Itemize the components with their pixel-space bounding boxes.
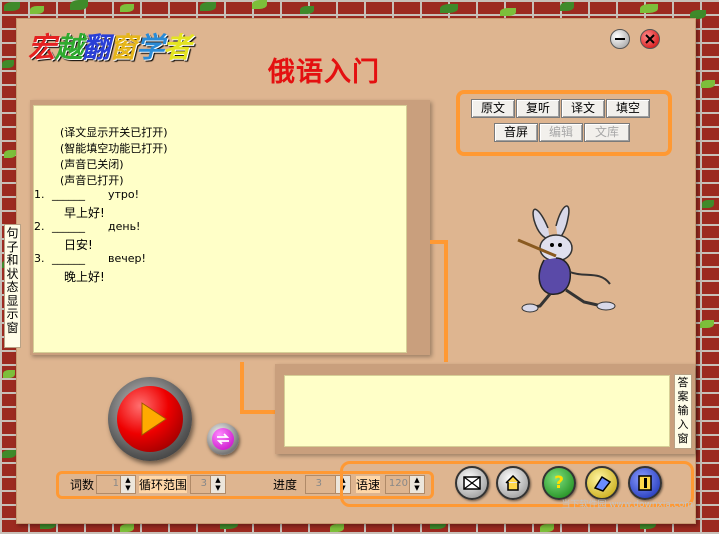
logo-char: 越 (55, 31, 83, 64)
page-title: 俄语入门 (268, 57, 380, 88)
progress-value: 3 (315, 478, 322, 489)
connector-line (444, 240, 448, 362)
book-icon (593, 475, 612, 492)
spin-down-icon[interactable]: ▼ (211, 484, 225, 492)
progress-label: 进度 (273, 478, 298, 492)
spin-up-icon[interactable]: ▲ (211, 476, 225, 484)
sentence-number: 1. (34, 188, 45, 201)
exit-button[interactable] (628, 466, 662, 500)
spin-up-icon[interactable]: ▲ (121, 476, 135, 484)
audio-screen-button[interactable]: 音屏 (494, 123, 538, 142)
close-button[interactable] (640, 29, 660, 49)
status-line: (声音已关闭) (60, 158, 124, 171)
logo-char: 窗 (109, 31, 137, 64)
connector-line (240, 410, 276, 414)
minimize-button[interactable] (610, 29, 630, 49)
sentence-panel-label: 句子和状态显示窗 (4, 224, 21, 348)
watermark: 当下软件园 www.downxia.com (561, 500, 693, 510)
sentence-russian: утро! (108, 188, 140, 201)
exit-icon (638, 475, 652, 491)
home-button[interactable] (496, 466, 530, 500)
logo-char: 者 (163, 31, 191, 64)
sentence-russian: вечер! (108, 252, 146, 265)
sentence-number: 3. (34, 252, 45, 265)
sentence-number: 2. (34, 220, 45, 233)
logo-char: 翻 (82, 31, 110, 64)
sentence-blank[interactable]: ______ (52, 188, 85, 201)
sentence-russian: день! (108, 220, 141, 233)
sentence-translation: 日安! (64, 238, 93, 252)
word-count-value: 1 (112, 478, 119, 489)
fill-blank-button[interactable]: 填空 (606, 99, 650, 118)
help-button[interactable]: ? (542, 466, 576, 500)
play-icon (141, 402, 167, 436)
sentence-display[interactable]: (译文显示开关已打开) (智能填空功能已打开) (声音已关闭) (声音已打开) … (33, 105, 407, 353)
home-icon (505, 475, 521, 491)
loop-range-label: 循环范围 (139, 476, 188, 493)
original-text-button[interactable]: 原文 (471, 99, 515, 118)
translation-button[interactable]: 译文 (561, 99, 605, 118)
loop-button[interactable] (207, 423, 239, 455)
sentence-blank[interactable]: ______ (52, 220, 85, 233)
word-count-label: 词数 (70, 478, 95, 492)
app-logo: 宏越翻窗学者 (28, 26, 191, 66)
logo-char: 宏 (28, 31, 56, 64)
edit-button[interactable]: 编辑 (539, 123, 583, 142)
help-icon: ? (554, 473, 564, 493)
loop-range-value: 3 (200, 478, 207, 489)
mail-icon (463, 476, 481, 490)
logo-char: 学 (136, 31, 164, 64)
mail-button[interactable] (455, 466, 489, 500)
book-button[interactable] (585, 466, 619, 500)
play-button[interactable] (108, 377, 192, 461)
minimize-icon (615, 38, 625, 40)
sentence-translation: 早上好! (64, 206, 105, 220)
answer-panel-label: 答案输入窗 (674, 374, 692, 449)
connector-line (240, 362, 244, 414)
close-icon (645, 34, 655, 44)
loop-range-spinner[interactable]: 3 ▲ ▼ (190, 475, 226, 494)
replay-button[interactable]: 复听 (516, 99, 560, 118)
rabbit-mascot-image (517, 205, 616, 313)
status-line: (译文显示开关已打开) (60, 126, 168, 139)
word-count-spinner[interactable]: 1 ▲ ▼ (96, 475, 136, 494)
sentence-translation: 晚上好! (64, 270, 105, 284)
sentence-blank[interactable]: ______ (52, 252, 85, 265)
library-button[interactable]: 文库 (584, 123, 630, 142)
spin-down-icon[interactable]: ▼ (121, 484, 135, 492)
answer-input[interactable] (284, 375, 670, 447)
status-line: (智能填空功能已打开) (60, 142, 168, 155)
loop-icon (216, 433, 230, 445)
status-line: (声音已打开) (60, 174, 124, 187)
